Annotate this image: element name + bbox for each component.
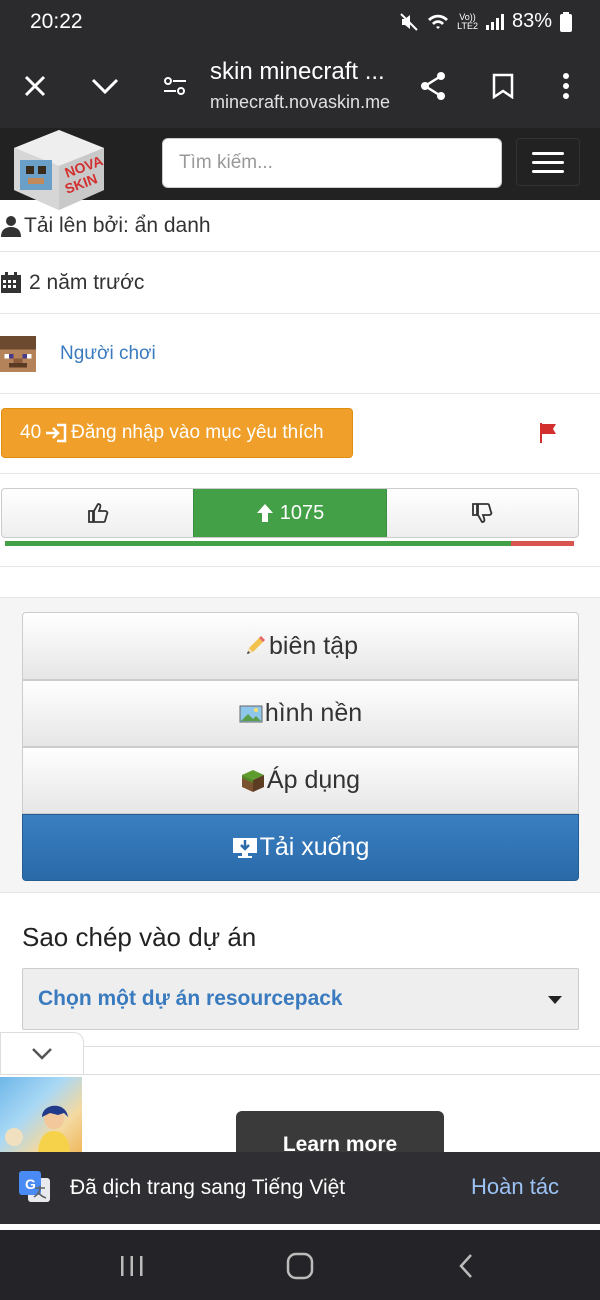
ad-banner[interactable]: Learn more — [0, 1074, 600, 1161]
close-icon[interactable] — [13, 64, 57, 108]
more-vert-icon[interactable] — [544, 64, 588, 108]
report-flag-icon[interactable] — [538, 422, 560, 444]
apply-label: Áp dụng — [266, 766, 361, 794]
hamburger-menu-button[interactable] — [516, 138, 580, 186]
player-avatar[interactable] — [0, 335, 36, 372]
favorite-login-button[interactable]: 40 Đăng nhập vào mục yêu thích — [1, 408, 353, 458]
menu-bar — [532, 169, 564, 173]
edit-label: biên tập — [269, 631, 358, 660]
search-input[interactable]: Tìm kiếm... — [162, 138, 502, 188]
picture-icon — [239, 705, 263, 722]
menu-bar — [532, 160, 564, 164]
project-select-value: Chọn một dự án resourcepack — [38, 987, 343, 1010]
network-type: Vo)) LTE2 — [457, 11, 478, 31]
download-monitor-icon — [232, 837, 257, 858]
like-button[interactable] — [2, 489, 193, 537]
divider — [84, 1046, 600, 1047]
vote-score: 1075 — [279, 501, 325, 524]
favorite-label: Đăng nhập vào mục yêu thích — [71, 422, 324, 443]
vote-section: 1075 — [0, 488, 600, 568]
chevron-down-icon[interactable] — [83, 64, 127, 108]
recent-apps-icon[interactable] — [118, 1254, 146, 1278]
apply-button[interactable]: Áp dụng — [22, 747, 579, 814]
login-icon — [46, 423, 67, 443]
uploader-row: Tải lên bởi: ẩn danh — [0, 200, 600, 252]
edit-button[interactable]: biên tập — [22, 612, 579, 680]
vote-ratio-positive — [5, 541, 512, 546]
page-url: minecraft.novaskin.me — [210, 92, 391, 112]
thumbs-down-icon — [472, 503, 493, 523]
download-button[interactable]: Tải xuống — [22, 814, 579, 881]
signal-icon — [485, 13, 504, 30]
status-time: 20:22 — [30, 10, 83, 33]
menu-bar — [532, 151, 564, 155]
status-icons: Vo)) LTE2 83% — [399, 10, 572, 33]
system-nav-bar — [0, 1230, 600, 1300]
thumbs-up-icon — [87, 503, 108, 523]
background-label: hình nền — [264, 699, 363, 727]
calendar-icon — [1, 271, 21, 293]
back-icon[interactable] — [456, 1252, 476, 1280]
favorite-count: 40 — [20, 422, 42, 443]
vote-button-group: 1075 — [1, 488, 579, 538]
action-panel: biên tập hình nền Áp dụng Tải xuống — [0, 597, 600, 893]
mute-icon — [400, 12, 418, 31]
site-settings-icon[interactable] — [153, 64, 197, 108]
svg-text:G: G — [25, 1176, 36, 1192]
ad-collapse-button[interactable] — [0, 1032, 84, 1074]
bookmark-icon[interactable] — [481, 64, 525, 108]
caret-down-icon — [548, 996, 562, 1004]
divider — [0, 566, 600, 567]
google-translate-icon: G — [19, 1171, 50, 1202]
player-link[interactable]: Người chơi — [60, 343, 156, 365]
status-bar: 20:22 Vo)) LTE2 83% — [0, 0, 600, 44]
dislike-button[interactable] — [387, 489, 578, 537]
pencil-icon — [247, 636, 266, 654]
battery-percent: 83% — [511, 10, 552, 32]
user-icon — [1, 215, 21, 237]
download-label: Tải xuống — [259, 833, 370, 861]
wifi-icon — [428, 14, 449, 29]
page-title: skin minecraft ... — [210, 58, 385, 85]
action-button-stack: biên tập hình nền Áp dụng Tải xuống — [22, 612, 579, 881]
translate-undo-button[interactable]: Hoàn tác — [471, 1174, 559, 1200]
arrow-up-icon — [256, 504, 273, 522]
player-row: Người chơi — [0, 314, 600, 394]
vote-ratio-bar — [5, 541, 574, 546]
vote-score-button[interactable]: 1075 — [193, 489, 387, 537]
translate-bar: G Đã dịch trang sang Tiếng Việt Hoàn tác — [0, 1152, 600, 1224]
home-icon[interactable] — [285, 1252, 315, 1280]
copy-section-title: Sao chép vào dự án — [22, 922, 257, 952]
background-button[interactable]: hình nền — [22, 680, 579, 747]
site-header: NOVA SKIN Tìm kiếm... — [0, 128, 600, 210]
uploader-text: Tải lên bởi: ẩn danh — [24, 213, 211, 237]
date-text: 2 năm trước — [29, 270, 145, 294]
browser-toolbar: skin minecraft ... minecraft.novaskin.me — [0, 44, 600, 128]
favorite-row: 40 Đăng nhập vào mục yêu thích — [0, 394, 600, 474]
project-select[interactable]: Chọn một dự án resourcepack — [22, 968, 579, 1030]
translate-message: Đã dịch trang sang Tiếng Việt — [70, 1176, 346, 1199]
date-row: 2 năm trước — [0, 252, 600, 314]
chevron-down-icon — [32, 1047, 52, 1060]
ad-image[interactable] — [0, 1077, 82, 1155]
grass-block-icon — [241, 769, 264, 792]
share-icon[interactable] — [411, 64, 455, 108]
vote-ratio-negative — [511, 541, 574, 546]
battery-icon — [560, 11, 572, 32]
